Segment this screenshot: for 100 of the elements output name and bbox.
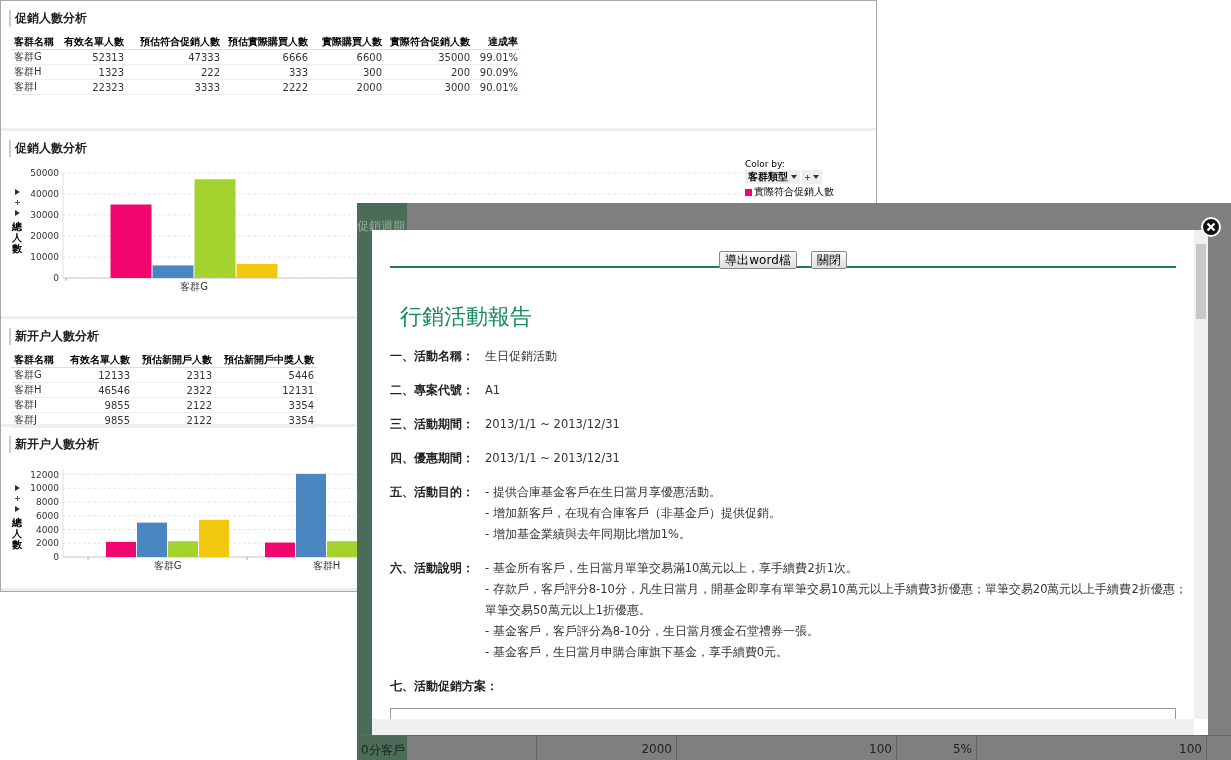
item-text: - 存款戶，客戶評分8-10分，凡生日當月，開基金即享有單筆交易10萬元以上手續費3折優惠；單筆交易20萬元以上手續費2折優惠；單筆交易50萬元以上1折優惠。 <box>485 581 1188 619</box>
table-cell: 2000 <box>537 736 677 760</box>
table-cell: 200 <box>385 64 473 80</box>
table-cell: 客群I <box>11 397 65 413</box>
axis-tick-label: 0 <box>53 273 59 283</box>
item-text: A1 <box>485 382 502 399</box>
axis-tick-label: 4000 <box>36 524 59 535</box>
item-text: - 增加基金業績與去年同期比增加1%。 <box>485 526 693 543</box>
item-text: 生日促銷活動 <box>485 348 558 365</box>
table-cell: 9855 <box>65 412 133 428</box>
column-header: 預估實際購買人數 <box>223 35 311 50</box>
table-cell: 52313 <box>61 49 127 65</box>
item-label: 四、優惠期間： <box>390 450 475 467</box>
section-title: 促銷人數分析 <box>9 140 87 157</box>
plus-icon <box>805 174 810 180</box>
table-cell: 3000 <box>385 79 473 95</box>
table-cell: 12131 <box>215 382 317 398</box>
table-cell: 3333 <box>127 79 223 95</box>
axis-title: 總人數 <box>12 221 22 254</box>
table-cell: 2122 <box>133 397 215 413</box>
item-label: 二、專案代號： <box>390 382 475 399</box>
axis-tick-label: 20000 <box>30 231 59 241</box>
axis-tick-label: 30000 <box>30 210 59 220</box>
item-label: 七、活動促銷方案： <box>390 678 498 695</box>
column-header: 預估符合促銷人數 <box>127 35 223 50</box>
table-cell: 46546 <box>65 382 133 398</box>
column-header: 實際符合促銷人數 <box>385 35 473 50</box>
section-title: 促銷人數分析 <box>9 10 87 27</box>
column-header: 客群名稱 <box>11 353 65 368</box>
table-cell: 1323 <box>61 64 127 80</box>
table-cell: 2222 <box>223 79 311 95</box>
section-title: 新开户人數分析 <box>9 328 99 345</box>
table-cell: 客群H <box>11 382 65 398</box>
column-header: 客群名稱 <box>11 35 61 50</box>
column-header: 實際購買人數 <box>311 35 385 50</box>
close-icon[interactable] <box>1201 217 1221 237</box>
item-text: - 基金客戶，客戶評分為8-10分，生日當月獲金石堂禮券一張。 <box>485 623 820 640</box>
table-cell: 22323 <box>61 79 127 95</box>
expand-arrow-icon[interactable] <box>14 210 20 216</box>
table-cell: 100 <box>677 736 897 760</box>
item-text: - 基金客戶，生日當月申購合庫旗下基金，享手續費0元。 <box>485 644 790 661</box>
table-cell: 2000 <box>311 79 385 95</box>
expand-arrow-icon[interactable] <box>14 485 20 491</box>
table-cell: 90.09% <box>473 64 521 80</box>
plus-icon[interactable] <box>14 200 20 205</box>
table-cell: 客群I <box>11 79 61 95</box>
caret-icon <box>791 175 797 179</box>
table-cell: 客群G <box>11 49 61 65</box>
axis-tick-label: 12000 <box>30 469 59 480</box>
table-cell: 2313 <box>133 367 215 383</box>
column-header: 預估新開戶人數 <box>133 353 215 368</box>
table-cell: 6600 <box>311 49 385 65</box>
item-text: 2013/1/1 ~ 2013/12/31 <box>485 450 621 467</box>
section-title: 新开户人數分析 <box>9 436 99 453</box>
color-by-dropdown[interactable]: 客群類型 <box>745 170 800 184</box>
table-cell: 2322 <box>133 382 215 398</box>
export-button[interactable]: 導出word檔 <box>719 251 797 269</box>
axis-tick-label: 10000 <box>30 483 59 494</box>
color-by-label: Color by: <box>745 159 786 169</box>
table-cell: 100 <box>977 736 1207 760</box>
plus-icon[interactable] <box>14 496 20 501</box>
vertical-scrollbar[interactable] <box>1194 230 1208 719</box>
table-cell: 222 <box>127 64 223 80</box>
axis-tick-label: 0 <box>53 552 59 562</box>
horizontal-scrollbar[interactable] <box>372 719 1194 735</box>
axis-tick-label: 10000 <box>30 252 59 262</box>
table-cell: 0分客戶 <box>357 736 537 760</box>
dialog-title: 行銷活動報告 <box>400 303 533 331</box>
item-text: - 基金所有客戶，生日當月單筆交易滿10萬元以上，享手續費2折1次。 <box>485 560 860 577</box>
category-label: 客群H <box>312 560 341 571</box>
item-label: 三、活動期間： <box>390 416 475 433</box>
axis-tick-label: 40000 <box>30 189 59 199</box>
column-header: 有效名單人數 <box>65 353 133 368</box>
category-label: 客群G <box>153 560 182 571</box>
close-button[interactable]: 關閉 <box>810 251 847 269</box>
category-label: 客群G <box>180 281 208 292</box>
table-cell: 客群H <box>11 64 61 80</box>
column-header: 有效名單人數 <box>61 35 127 50</box>
table-cell: 12133 <box>65 367 133 383</box>
expand-arrow-icon[interactable] <box>14 189 20 195</box>
column-header: 預估新開戶中獎人數 <box>215 353 317 368</box>
axis-title: 總人數 <box>12 517 22 550</box>
table-cell: 5% <box>897 736 977 760</box>
axis-tick-label: 6000 <box>36 510 59 521</box>
table-cell: 2122 <box>133 412 215 428</box>
table-cell: 300 <box>311 64 385 80</box>
table-cell: 6666 <box>223 49 311 65</box>
table-cell: 客群G <box>11 367 65 383</box>
axis-tick-label: 2000 <box>36 538 59 549</box>
table-cell: 3354 <box>215 397 317 413</box>
item-text: 2013/1/1 ~ 2013/12/31 <box>485 416 621 433</box>
table-cell: 35000 <box>385 49 473 65</box>
expand-arrow-icon[interactable] <box>14 506 20 512</box>
column-header: 達成率 <box>473 35 521 50</box>
item-text: - 提供合庫基金客戶在生日當月享優惠活動。 <box>485 484 722 501</box>
axis-tick-label: 8000 <box>36 497 59 507</box>
item-label: 五、活動目的： <box>390 484 475 501</box>
add-dropdown[interactable] <box>802 170 822 184</box>
table-cell: 99.01% <box>473 49 521 65</box>
table-cell: 客群J <box>11 412 65 428</box>
